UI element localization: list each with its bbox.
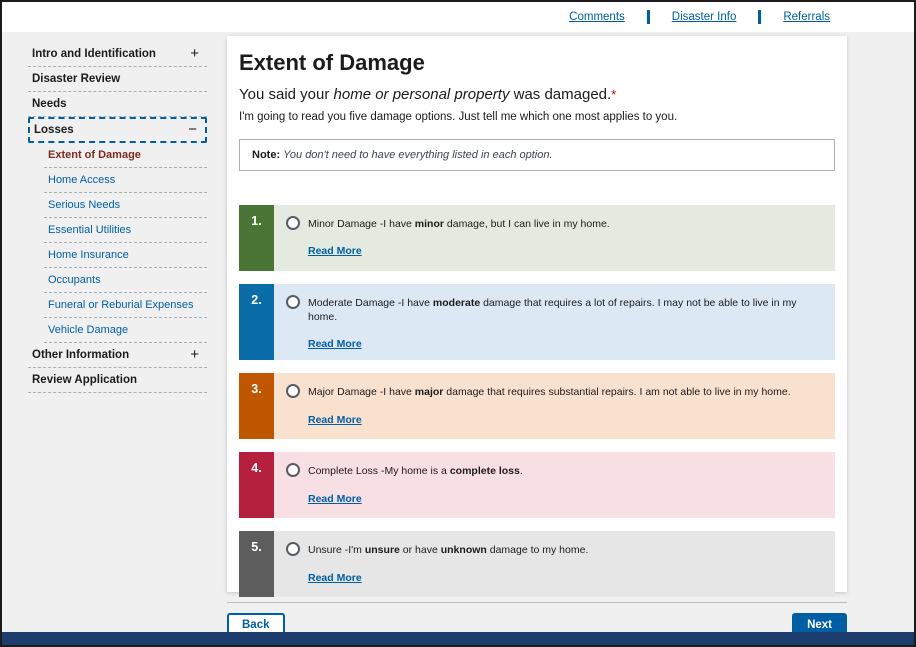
question-suffix: was damaged. — [509, 86, 611, 103]
sidebar-item-needs[interactable]: Needs — [28, 92, 207, 117]
plus-icon[interactable] — [188, 49, 201, 59]
sidebar-item-label: Essential Utilities — [48, 224, 131, 236]
required-marker: * — [611, 87, 616, 102]
option-text: Minor Damage -I have minor damage, but I… — [308, 217, 610, 231]
radio-button[interactable] — [286, 542, 300, 556]
option-number: 4. — [239, 452, 274, 518]
question-italic: home or personal property — [334, 86, 510, 103]
option-number: 1. — [239, 205, 274, 271]
damage-option-row: 3. Major Damage -I have major damage tha… — [239, 373, 835, 439]
sidebar-item-essential-utilities[interactable]: Essential Utilities — [44, 218, 207, 243]
option-number: 5. — [239, 531, 274, 597]
option-radio-label[interactable]: Major Damage -I have major damage that r… — [286, 385, 827, 399]
sidebar-item-label: Funeral or Reburial Expenses — [48, 299, 194, 311]
option-number: 2. — [239, 284, 274, 360]
bottom-bar — [2, 632, 914, 645]
read-more-link[interactable]: Read More — [308, 572, 362, 584]
option-text: Unsure -I'm unsure or have unknown damag… — [308, 543, 588, 557]
sidebar-item-label: Needs — [32, 98, 67, 110]
page-title: Extent of Damage — [239, 50, 835, 76]
content-area: Intro and Identification Disaster Review… — [2, 32, 914, 632]
divider — [758, 10, 761, 24]
sidebar-item-label: Occupants — [48, 274, 101, 286]
damage-option-row: 5. Unsure -I'm unsure or have unknown da… — [239, 531, 835, 597]
option-body: Unsure -I'm unsure or have unknown damag… — [274, 531, 835, 597]
sidebar-item-home-insurance[interactable]: Home Insurance — [44, 243, 207, 268]
option-text: Complete Loss -My home is a complete los… — [308, 464, 523, 478]
damage-option-row: 4. Complete Loss -My home is a complete … — [239, 452, 835, 518]
sidebar-item-label: Intro and Identification — [32, 48, 156, 60]
option-number: 3. — [239, 373, 274, 439]
sidebar-item-label: Losses — [34, 124, 74, 136]
link-disaster-info[interactable]: Disaster Info — [672, 11, 737, 23]
radio-button[interactable] — [286, 384, 300, 398]
sidebar-item-other-information[interactable]: Other Information — [28, 343, 207, 368]
instruction-text: I'm going to read you five damage option… — [239, 111, 835, 123]
sidebar-item-losses[interactable]: Losses — [28, 117, 207, 143]
option-body: Major Damage -I have major damage that r… — [274, 373, 835, 439]
sidebar-item-label: Home Insurance — [48, 249, 129, 261]
divider — [647, 10, 650, 24]
radio-button[interactable] — [286, 216, 300, 230]
sidebar-item-home-access[interactable]: Home Access — [44, 168, 207, 193]
top-nav: Comments Disaster Info Referrals — [2, 2, 914, 32]
app-window: Comments Disaster Info Referrals Intro a… — [0, 0, 916, 647]
question-prefix: You said your — [239, 86, 334, 103]
next-button[interactable]: Next — [792, 613, 847, 632]
link-referrals[interactable]: Referrals — [783, 11, 830, 23]
sidebar-item-funeral-or-reburial-expenses[interactable]: Funeral or Reburial Expenses — [44, 293, 207, 318]
option-radio-label[interactable]: Complete Loss -My home is a complete los… — [286, 464, 827, 478]
read-more-link[interactable]: Read More — [308, 493, 362, 505]
form-card: Extent of Damage You said your home or p… — [227, 36, 847, 592]
read-more-link[interactable]: Read More — [308, 338, 362, 350]
sidebar-item-label: Review Application — [32, 374, 137, 386]
sidebar-item-label: Home Access — [48, 174, 115, 186]
sidebar-item-vehicle-damage[interactable]: Vehicle Damage — [44, 318, 207, 343]
radio-button[interactable] — [286, 295, 300, 309]
main-column: Extent of Damage You said your home or p… — [215, 32, 914, 632]
sidebar-item-label: Disaster Review — [32, 73, 120, 85]
option-radio-label[interactable]: Moderate Damage -I have moderate damage … — [286, 296, 827, 324]
question-text: You said your home or personal property … — [239, 86, 835, 103]
sidebar-item-extent-of-damage[interactable]: Extent of Damage — [44, 143, 207, 168]
option-radio-label[interactable]: Minor Damage -I have minor damage, but I… — [286, 217, 827, 231]
option-radio-label[interactable]: Unsure -I'm unsure or have unknown damag… — [286, 543, 827, 557]
sidebar-item-label: Vehicle Damage — [48, 324, 128, 336]
option-text: Major Damage -I have major damage that r… — [308, 385, 791, 399]
sidebar-nav: Intro and Identification Disaster Review… — [2, 32, 215, 632]
option-body: Minor Damage -I have minor damage, but I… — [274, 205, 835, 271]
note-box: Note: You don't need to have everything … — [239, 139, 835, 171]
back-button[interactable]: Back — [227, 613, 285, 632]
sidebar-item-serious-needs[interactable]: Serious Needs — [44, 193, 207, 218]
damage-option-row: 1. Minor Damage -I have minor damage, bu… — [239, 205, 835, 271]
sidebar-item-label: Serious Needs — [48, 199, 120, 211]
minus-icon[interactable] — [186, 125, 199, 135]
option-body: Complete Loss -My home is a complete los… — [274, 452, 835, 518]
option-text: Moderate Damage -I have moderate damage … — [308, 296, 827, 324]
note-label: Note: — [252, 149, 280, 161]
plus-icon[interactable] — [188, 350, 201, 360]
radio-button[interactable] — [286, 463, 300, 477]
sidebar-item-review-application[interactable]: Review Application — [28, 368, 207, 393]
sidebar-item-intro-and-identification[interactable]: Intro and Identification — [28, 42, 207, 67]
sidebar-item-disaster-review[interactable]: Disaster Review — [28, 67, 207, 92]
sidebar-item-occupants[interactable]: Occupants — [44, 268, 207, 293]
read-more-link[interactable]: Read More — [308, 245, 362, 257]
note-text: You don't need to have everything listed… — [283, 149, 552, 161]
read-more-link[interactable]: Read More — [308, 414, 362, 426]
sidebar-item-label: Extent of Damage — [48, 149, 141, 161]
footer-actions: Back Next — [227, 603, 847, 632]
option-body: Moderate Damage -I have moderate damage … — [274, 284, 835, 360]
damage-option-row: 2. Moderate Damage -I have moderate dama… — [239, 284, 835, 360]
link-comments[interactable]: Comments — [569, 11, 625, 23]
sidebar-item-label: Other Information — [32, 349, 129, 361]
